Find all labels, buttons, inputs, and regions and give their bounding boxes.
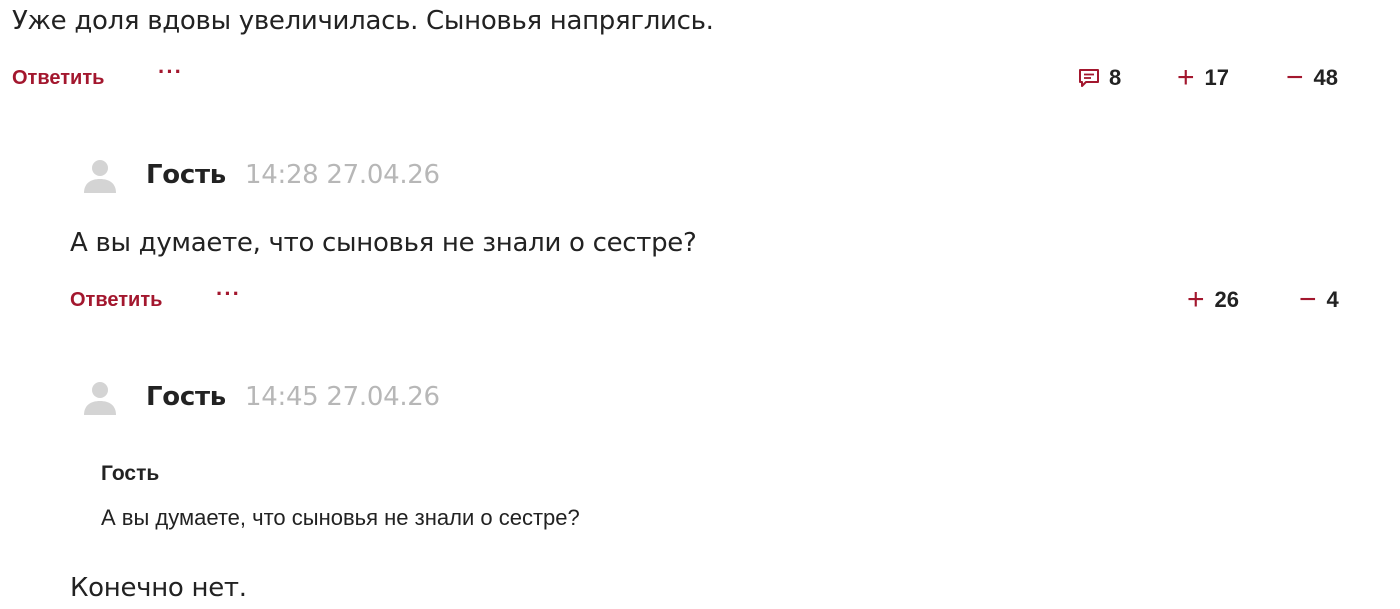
minus-icon: − (1299, 283, 1317, 316)
comment-text: Уже доля вдовы увеличилась. Сыновья напр… (12, 6, 714, 36)
comment-actions: Ответить ··· 8 + 17 − 48 (0, 59, 1400, 96)
user-silhouette-icon (84, 382, 116, 415)
upvote-button[interactable]: + 17 (1177, 60, 1229, 96)
more-dots-icon[interactable]: ··· (158, 54, 183, 90)
plus-icon: + (1177, 61, 1195, 94)
comment-icon (1079, 69, 1099, 87)
plus-icon: + (1187, 283, 1205, 316)
comment-timestamp: 14:28 27.04.26 (245, 160, 440, 190)
author-name[interactable]: Гость (146, 155, 226, 195)
reply-button[interactable]: Ответить (12, 60, 104, 96)
reply-button[interactable]: Ответить (70, 282, 162, 318)
minus-icon: − (1286, 61, 1304, 94)
downvote-count: 48 (1313, 65, 1339, 90)
upvote-button[interactable]: + 26 (1187, 282, 1239, 318)
downvote-button[interactable]: − 4 (1299, 282, 1339, 318)
comment-header: Гость 14:28 27.04.26 (80, 155, 680, 195)
downvote-button[interactable]: − 48 (1286, 60, 1338, 96)
more-dots-icon[interactable]: ··· (216, 276, 241, 312)
user-silhouette-icon (84, 160, 116, 193)
upvote-count: 17 (1204, 65, 1230, 90)
replies-counter[interactable]: 8 (1078, 60, 1121, 96)
upvote-count: 26 (1214, 287, 1240, 312)
comment-text: Конечно нет. (70, 573, 247, 603)
comment-actions: Ответить ··· + 26 − 4 (0, 281, 1400, 318)
comment-text: А вы думаете, что сыновья не знали о сес… (70, 228, 697, 258)
comment-timestamp: 14:45 27.04.26 (245, 382, 440, 412)
downvote-count: 4 (1326, 287, 1339, 312)
quote-author: Гость (101, 462, 160, 485)
author-name[interactable]: Гость (146, 377, 226, 417)
quote-text: А вы думаете, что сыновья не знали о сес… (101, 505, 580, 530)
replies-count: 8 (1109, 65, 1122, 90)
comment-header: Гость 14:45 27.04.26 (80, 377, 680, 417)
